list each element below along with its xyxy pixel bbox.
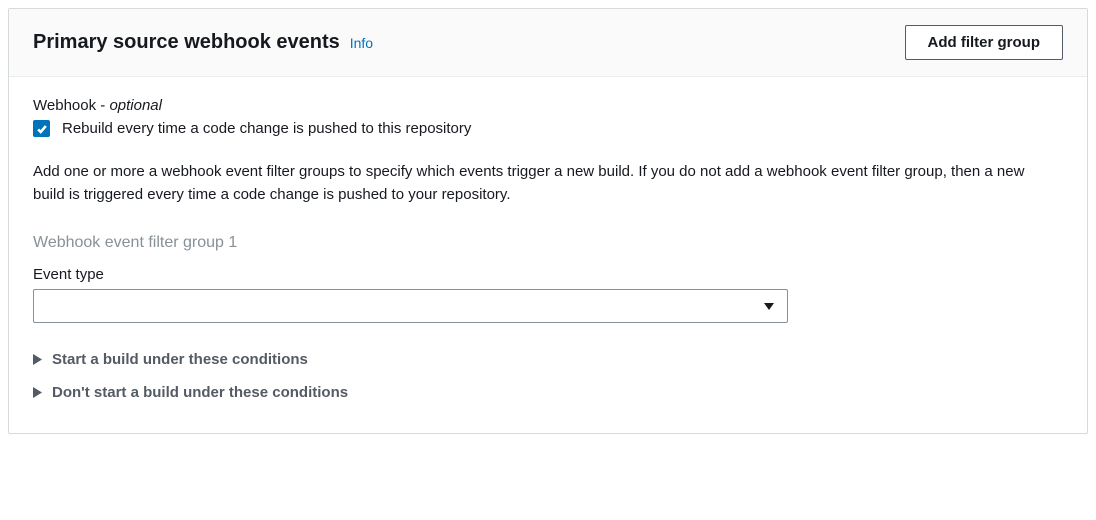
webhook-label-optional: optional bbox=[109, 97, 162, 114]
start-conditions-label: Start a build under these conditions bbox=[52, 351, 308, 368]
caret-right-icon bbox=[33, 352, 42, 368]
event-type-select-wrap bbox=[33, 289, 788, 323]
dont-start-conditions-label: Don't start a build under these conditio… bbox=[52, 384, 348, 401]
start-conditions-expander[interactable]: Start a build under these conditions bbox=[33, 343, 1063, 376]
panel-body: Webhook - optional Rebuild every time a … bbox=[9, 77, 1087, 433]
event-type-label: Event type bbox=[33, 266, 1063, 283]
event-type-select[interactable] bbox=[33, 289, 788, 323]
info-link[interactable]: Info bbox=[350, 35, 373, 51]
panel-title: Primary source webhook events bbox=[33, 31, 340, 53]
dont-start-conditions-expander[interactable]: Don't start a build under these conditio… bbox=[33, 376, 1063, 409]
webhook-description: Add one or more a webhook event filter g… bbox=[33, 161, 1033, 206]
checkmark-icon bbox=[36, 123, 48, 135]
rebuild-checkbox-row: Rebuild every time a code change is push… bbox=[33, 120, 1063, 137]
panel-header: Primary source webhook events Info Add f… bbox=[9, 9, 1087, 77]
panel-title-wrap: Primary source webhook events Info bbox=[33, 31, 373, 54]
rebuild-checkbox-label: Rebuild every time a code change is push… bbox=[62, 120, 471, 137]
webhook-events-panel: Primary source webhook events Info Add f… bbox=[8, 8, 1088, 434]
rebuild-checkbox[interactable] bbox=[33, 120, 50, 137]
webhook-label-prefix: Webhook - bbox=[33, 97, 109, 114]
filter-group-title: Webhook event filter group 1 bbox=[33, 234, 1063, 252]
webhook-label: Webhook - optional bbox=[33, 97, 1063, 114]
add-filter-group-button[interactable]: Add filter group bbox=[905, 25, 1064, 60]
caret-right-icon bbox=[33, 385, 42, 401]
